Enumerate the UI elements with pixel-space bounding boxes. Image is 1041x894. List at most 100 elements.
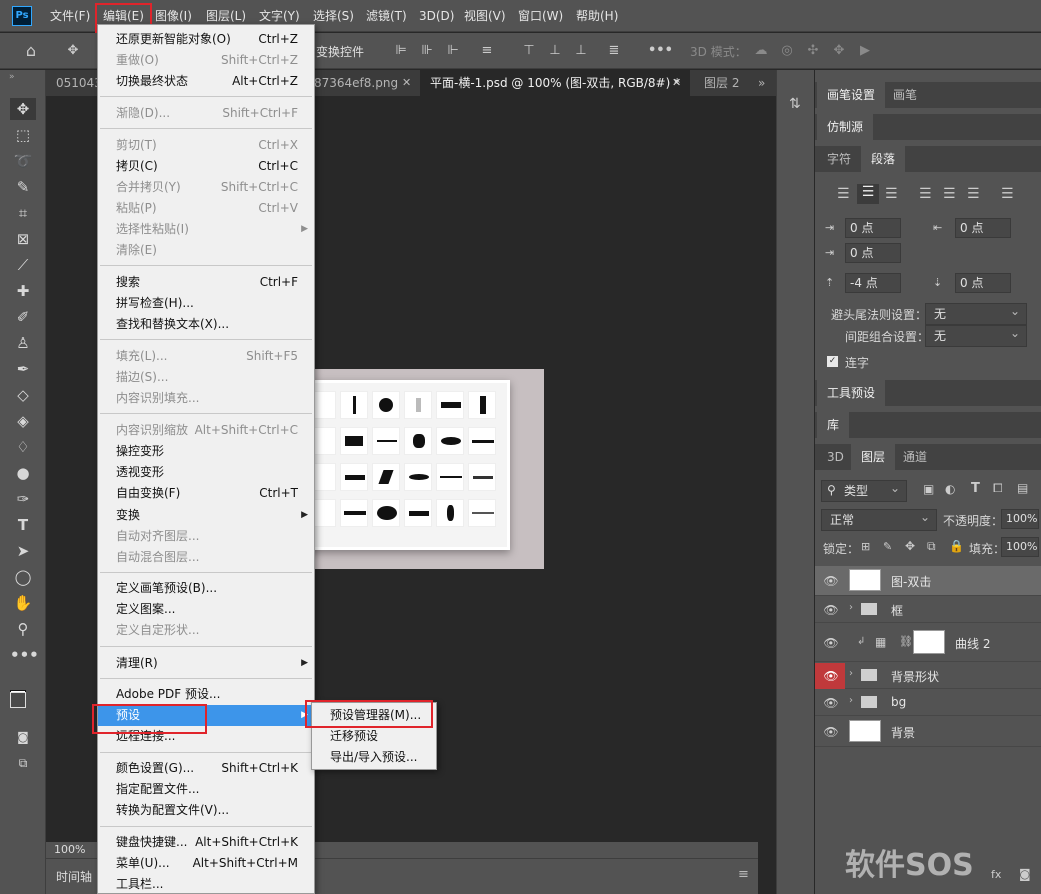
- menu-item-perspective-warp[interactable]: 透视变形: [98, 462, 314, 483]
- visibility-eye-icon[interactable]: 👁: [823, 724, 839, 740]
- filter-adjustment-icon[interactable]: ◐: [945, 482, 955, 496]
- lock-all-icon[interactable]: 🔒: [949, 539, 964, 553]
- menu-item-define-brush[interactable]: 定义画笔预设(B)...: [98, 578, 314, 599]
- menu-file[interactable]: 文件(F): [50, 0, 90, 32]
- tab-document-active[interactable]: 平面-横-1.psd @ 100% (图-双击, RGB/8#) *: [420, 70, 690, 96]
- layer-effects-icon[interactable]: fx: [991, 868, 1001, 881]
- menu-filter[interactable]: 滤镜(T): [366, 0, 407, 32]
- kinsoku-select[interactable]: 无: [925, 301, 1027, 325]
- space-after-field[interactable]: 0 点: [955, 273, 1011, 293]
- menu-item-content-aware-fill[interactable]: 内容识别填充...: [98, 388, 314, 409]
- tabs-overflow-icon[interactable]: »: [752, 70, 776, 96]
- menu-item-assign-profile[interactable]: 指定配置文件...: [98, 779, 314, 800]
- tab-document-1[interactable]: 051043: [46, 70, 98, 96]
- chevron-right-icon[interactable]: ›: [849, 668, 853, 679]
- menu-item-define-shape[interactable]: 定义自定形状...: [98, 620, 314, 641]
- justify-all-icon[interactable]: ☰: [1001, 186, 1014, 202]
- tab-tool-presets[interactable]: 工具预设: [817, 380, 886, 406]
- move-tool-icon[interactable]: ✥: [10, 98, 36, 120]
- 3d-pan-icon[interactable]: ✣: [804, 43, 822, 59]
- layer-row[interactable]: 👁 图-双击: [815, 566, 1041, 596]
- menu-item-keyboard-shortcuts[interactable]: 键盘快捷键... Alt+Shift+Ctrl+K: [98, 832, 314, 853]
- visibility-eye-icon[interactable]: 👁: [823, 573, 839, 589]
- filter-type-icon[interactable]: T: [971, 481, 980, 496]
- menu-item-export-import-presets[interactable]: 导出/导入预设...: [312, 747, 436, 768]
- menu-item-puppet-warp[interactable]: 操控变形: [98, 441, 314, 462]
- collapse-toolbar-icon[interactable]: »: [9, 72, 15, 82]
- visibility-eye-icon[interactable]: 👁: [823, 668, 839, 684]
- menu-item-purge[interactable]: 清理(R) ▶: [98, 653, 314, 674]
- 3d-roll-icon[interactable]: ◎: [778, 43, 796, 59]
- 3d-slide-icon[interactable]: ✥: [830, 43, 848, 59]
- history-brush-tool-icon[interactable]: ✒: [10, 358, 36, 380]
- align-left-icon[interactable]: ⊫: [392, 43, 410, 59]
- blur-tool-icon[interactable]: ♢: [10, 436, 36, 458]
- screen-mode-icon[interactable]: ⧉: [10, 752, 36, 774]
- layer-row[interactable]: 👁 ↲ ▦ ⛓ 曲线 2: [815, 624, 1041, 662]
- justify-right-icon[interactable]: ☰: [967, 186, 980, 202]
- layer-group-row[interactable]: 👁 › 框: [815, 597, 1041, 623]
- menu-item-convert-to-profile[interactable]: 转换为配置文件(V)...: [98, 800, 314, 821]
- align-center-text-icon[interactable]: ☰: [857, 184, 879, 204]
- quick-mask-icon[interactable]: ◙: [10, 726, 36, 748]
- menu-item-find-replace[interactable]: 查找和替换文本(X)...: [98, 314, 314, 335]
- menu-item-fill[interactable]: 填充(L)... Shift+F5: [98, 346, 314, 367]
- crop-tool-icon[interactable]: ⌗: [10, 202, 36, 224]
- menu-help[interactable]: 帮助(H): [576, 0, 618, 32]
- foreground-color-swatch[interactable]: [10, 692, 26, 708]
- menu-item-clear[interactable]: 清除(E): [98, 240, 314, 261]
- type-tool-icon[interactable]: T: [10, 514, 36, 536]
- eyedropper-tool-icon[interactable]: ⟋: [10, 254, 36, 276]
- distribute-vertical-icon[interactable]: ≣: [605, 43, 623, 59]
- justify-center-icon[interactable]: ☰: [943, 186, 956, 202]
- filter-smart-object-icon[interactable]: ▤: [1017, 481, 1028, 495]
- align-bottom-icon[interactable]: ⊥: [572, 43, 590, 59]
- path-selection-tool-icon[interactable]: ➤: [10, 540, 36, 562]
- brush-tool-icon[interactable]: ✐: [10, 306, 36, 328]
- mojikumi-select[interactable]: 无: [925, 323, 1027, 347]
- panel-menu-icon[interactable]: ≡: [738, 867, 749, 882]
- justify-left-icon[interactable]: ☰: [919, 186, 932, 202]
- menu-item-paste[interactable]: 粘贴(P) Ctrl+V: [98, 198, 314, 219]
- lasso-tool-icon[interactable]: ➰: [10, 150, 36, 172]
- chevron-right-icon[interactable]: ›: [849, 602, 853, 613]
- align-top-icon[interactable]: ⊤: [520, 43, 538, 59]
- tab-channels[interactable]: 通道: [893, 444, 937, 470]
- menu-item-cut[interactable]: 剪切(T) Ctrl+X: [98, 135, 314, 156]
- hyphenate-checkbox[interactable]: ✓: [827, 356, 838, 367]
- menu-item-migrate-presets[interactable]: 迁移预设: [312, 726, 436, 747]
- menu-item-copy-merged[interactable]: 合并拷贝(Y) Shift+Ctrl+C: [98, 177, 314, 198]
- visibility-eye-icon[interactable]: 👁: [823, 695, 839, 711]
- fill-field[interactable]: 100%: [1001, 537, 1039, 557]
- menu-item-paste-special[interactable]: 选择性粘贴(I) ▶: [98, 219, 314, 240]
- layer-row[interactable]: 👁 背景: [815, 717, 1041, 747]
- align-right-icon[interactable]: ⊩: [444, 43, 462, 59]
- blend-mode-select[interactable]: 正常: [821, 507, 937, 531]
- layer-group-row[interactable]: 👁 › 背景形状: [815, 663, 1041, 689]
- tab-clone-source[interactable]: 仿制源: [817, 114, 874, 140]
- menu-item-check-spelling[interactable]: 拼写检查(H)...: [98, 293, 314, 314]
- menu-item-undo[interactable]: 还原更新智能对象(O) Ctrl+Z: [98, 29, 314, 50]
- eraser-tool-icon[interactable]: ◇: [10, 384, 36, 406]
- menu-window[interactable]: 窗口(W): [518, 0, 563, 32]
- lock-transparent-icon[interactable]: ⊞: [861, 540, 870, 553]
- menu-item-copy[interactable]: 拷贝(C) Ctrl+C: [98, 156, 314, 177]
- marquee-tool-icon[interactable]: ⬚: [10, 124, 36, 146]
- tab-close-icon[interactable]: ✕: [672, 76, 681, 89]
- menu-item-auto-blend-layers[interactable]: 自动混合图层...: [98, 547, 314, 568]
- menu-item-search[interactable]: 搜索 Ctrl+F: [98, 272, 314, 293]
- paint-bucket-tool-icon[interactable]: ◈: [10, 410, 36, 432]
- tab-close-icon[interactable]: ✕: [402, 76, 411, 89]
- align-center-icon[interactable]: ⊪: [418, 43, 436, 59]
- dodge-tool-icon[interactable]: ●: [10, 462, 36, 484]
- menu-item-define-pattern[interactable]: 定义图案...: [98, 599, 314, 620]
- menu-item-auto-align-layers[interactable]: 自动对齐图层...: [98, 526, 314, 547]
- menu-3d[interactable]: 3D(D): [419, 0, 454, 32]
- tab-brush-settings[interactable]: 画笔设置: [817, 82, 886, 108]
- indent-left-field[interactable]: 0 点: [845, 218, 901, 238]
- menu-item-pdf-presets[interactable]: Adobe PDF 预设...: [98, 684, 314, 705]
- menu-item-transform[interactable]: 变换 ▶: [98, 505, 314, 526]
- menu-item-stroke[interactable]: 描边(S)...: [98, 367, 314, 388]
- tab-layers[interactable]: 图层: [851, 444, 896, 470]
- tab-libraries[interactable]: 库: [817, 412, 850, 438]
